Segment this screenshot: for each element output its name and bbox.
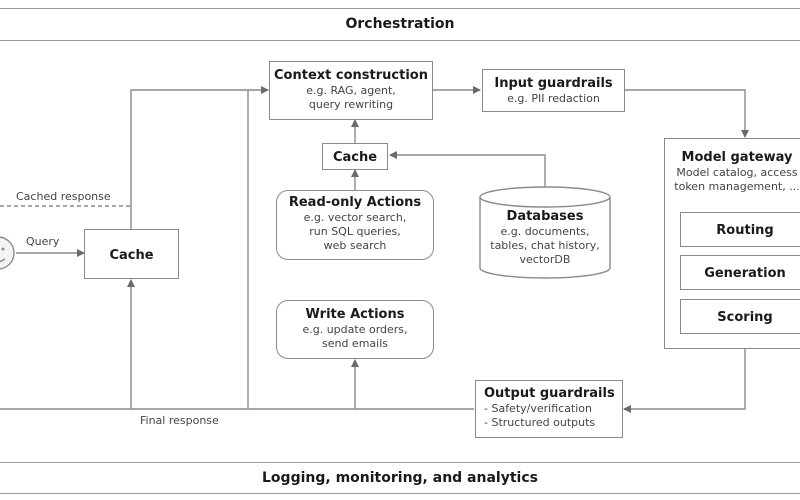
cached-response-label: Cached response — [16, 190, 111, 203]
write-actions-box[interactable]: Write Actions e.g. update orders, send e… — [276, 300, 434, 359]
databases-line: tables, chat history, — [490, 239, 600, 252]
output-guardrails-line: - Safety/verification — [484, 402, 593, 415]
user-face-icon — [0, 236, 15, 270]
databases-to-cache-arrow — [389, 151, 546, 187]
input-guardrails-title: Input guardrails — [494, 76, 613, 91]
context-line: query rewriting — [308, 98, 394, 111]
context-construction-box[interactable]: Context construction e.g. RAG, agent, qu… — [269, 61, 433, 120]
output-guardrails-line: - Structured outputs — [484, 416, 596, 429]
gateway-line: Model catalog, access — [676, 166, 798, 179]
output-guardrails-box[interactable]: Output guardrails - Safety/verification … — [475, 380, 623, 438]
guardrails-to-gateway-arrow — [625, 89, 749, 138]
write-actions-line: send emails — [321, 337, 389, 350]
generation-label: Generation — [704, 266, 786, 281]
routing-label: Routing — [716, 223, 774, 238]
cache-title: Cache — [109, 248, 154, 263]
databases-line: vectorDB — [519, 253, 571, 266]
gateway-line: token management, ... — [674, 180, 800, 193]
generation-box[interactable]: Generation — [680, 255, 800, 290]
routing-box[interactable]: Routing — [680, 212, 800, 247]
query-label: Query — [26, 235, 60, 248]
databases-line: e.g. documents, — [500, 225, 590, 238]
output-guardrails-title: Output guardrails — [484, 386, 615, 401]
read-only-actions-box[interactable]: Read-only Actions e.g. vector search, ru… — [276, 190, 434, 260]
scoring-box[interactable]: Scoring — [680, 299, 800, 334]
gateway-title: Model gateway — [681, 150, 793, 165]
databases-title: Databases — [506, 209, 584, 224]
gateway-to-output-arrow — [623, 348, 746, 413]
input-guardrails-line: e.g. PII redaction — [507, 92, 600, 105]
cache-box[interactable]: Cache — [84, 229, 179, 279]
context-title: Context construction — [274, 68, 428, 83]
small-cache-box[interactable]: Cache — [322, 143, 388, 170]
final-response-label: Final response — [140, 414, 219, 427]
write-actions-line: e.g. update orders, — [302, 323, 408, 336]
small-cache-title: Cache — [332, 150, 378, 165]
read-actions-title: Read-only Actions — [288, 195, 422, 210]
write-actions-title: Write Actions — [305, 307, 405, 322]
logging-footer: Logging, monitoring, and analytics — [0, 462, 800, 494]
read-actions-line: e.g. vector search, — [303, 211, 407, 224]
read-actions-line: run SQL queries, — [309, 225, 401, 238]
scoring-label: Scoring — [717, 310, 773, 325]
databases-text[interactable]: Databases e.g. documents, tables, chat h… — [480, 208, 610, 267]
context-line: e.g. RAG, agent, — [306, 84, 396, 97]
read-actions-line: web search — [323, 239, 387, 252]
input-guardrails-box[interactable]: Input guardrails e.g. PII redaction — [482, 69, 625, 112]
